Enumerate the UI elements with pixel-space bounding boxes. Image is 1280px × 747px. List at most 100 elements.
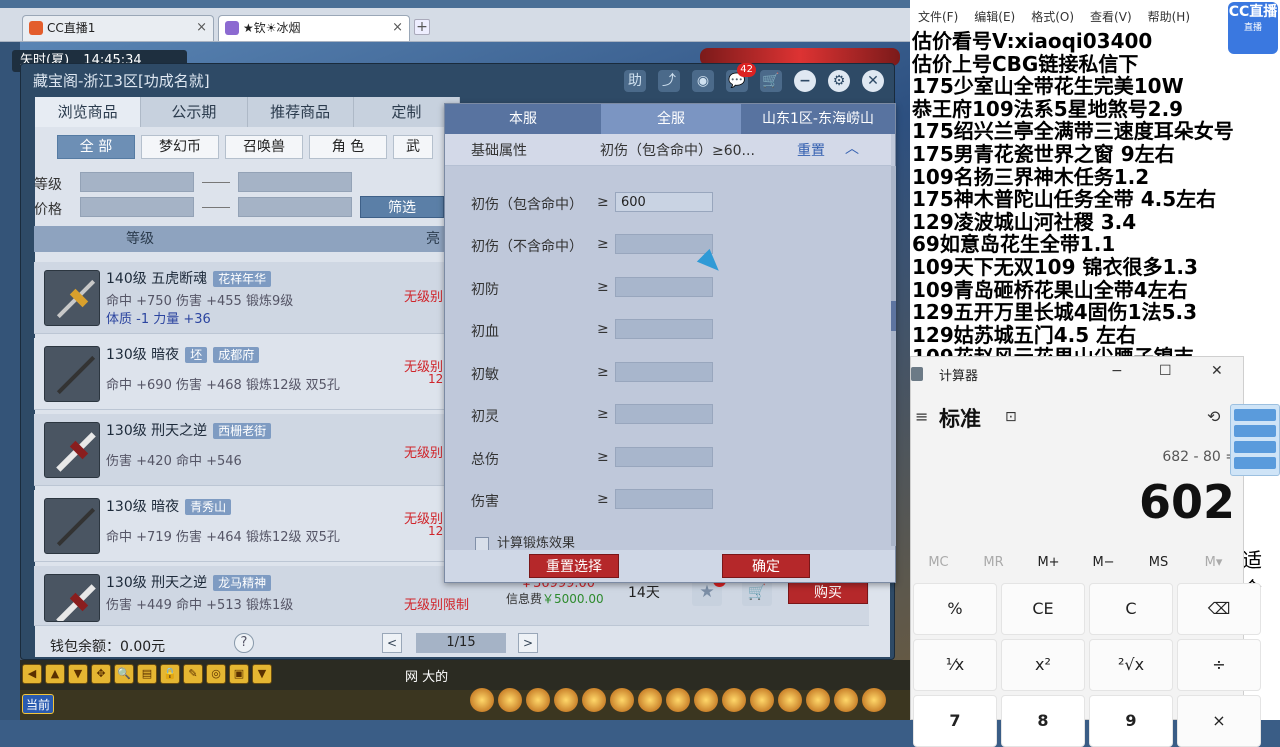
- total-damage-input[interactable]: [615, 447, 713, 467]
- tab-recommended[interactable]: 推荐商品: [247, 97, 354, 127]
- next-page-button[interactable]: >: [518, 633, 538, 653]
- category-weapon[interactable]: 武: [393, 135, 433, 159]
- level-max-input[interactable]: [238, 172, 352, 192]
- item-icon[interactable]: [638, 688, 662, 712]
- item-icon[interactable]: [722, 688, 746, 712]
- memory-list-button[interactable]: M▾: [1186, 555, 1241, 570]
- item-icon[interactable]: [470, 688, 494, 712]
- category-role[interactable]: 角 色: [309, 135, 387, 159]
- close-icon[interactable]: ×: [196, 16, 207, 40]
- help-icon[interactable]: ?: [234, 633, 254, 653]
- price-max-input[interactable]: [238, 197, 352, 217]
- keep-on-top-icon[interactable]: ⊡: [1005, 409, 1017, 425]
- settings-icon[interactable]: ⚙: [828, 70, 850, 92]
- initial-defense-input[interactable]: [615, 277, 713, 297]
- menu-icon[interactable]: ▣: [229, 664, 249, 684]
- calc-forging-checkbox-row[interactable]: 计算锻炼效果: [475, 532, 575, 551]
- level-min-input[interactable]: [80, 172, 194, 192]
- popup-scrollbar[interactable]: [891, 166, 896, 546]
- item-icon[interactable]: [806, 688, 830, 712]
- channel-current-button[interactable]: 当前: [22, 694, 54, 714]
- record-icon[interactable]: ◉: [692, 70, 714, 92]
- tab-this-server[interactable]: 本服: [445, 104, 601, 134]
- history-icon[interactable]: ⟲: [1207, 407, 1220, 426]
- menu-file[interactable]: 文件(F): [918, 8, 958, 25]
- category-pet[interactable]: 召唤兽: [225, 135, 303, 159]
- item-icon[interactable]: [666, 688, 690, 712]
- message-icon[interactable]: 💬 42: [726, 63, 756, 92]
- category-coin[interactable]: 梦幻币: [141, 135, 219, 159]
- browser-tab-game[interactable]: ★钦☀冰烟 ×: [218, 15, 410, 41]
- initial-speed-input[interactable]: [615, 362, 713, 382]
- edit-icon[interactable]: ✎: [183, 664, 203, 684]
- tab-all-servers[interactable]: 全服: [601, 104, 741, 134]
- item-icon[interactable]: [554, 688, 578, 712]
- left-arrow-icon[interactable]: ◀: [22, 664, 42, 684]
- m-minus-button[interactable]: M−: [1076, 555, 1131, 570]
- buy-button[interactable]: 购买: [788, 580, 868, 604]
- move-icon[interactable]: ✥: [91, 664, 111, 684]
- item-icon[interactable]: [582, 688, 606, 712]
- browser-tab-cc[interactable]: CC直播1 ×: [22, 15, 214, 41]
- close-icon[interactable]: ×: [392, 16, 403, 40]
- damage-input[interactable]: [615, 489, 713, 509]
- menu-help[interactable]: 帮助(H): [1148, 8, 1190, 25]
- item-icon[interactable]: [498, 688, 522, 712]
- square-key[interactable]: x²: [1001, 639, 1085, 691]
- dropdown-icon[interactable]: ▼: [252, 664, 272, 684]
- close-button[interactable]: ✕: [1211, 363, 1223, 379]
- calc-forging-checkbox[interactable]: [475, 536, 489, 551]
- tab-publicity[interactable]: 公示期: [141, 97, 248, 127]
- confirm-button[interactable]: 确定: [722, 554, 810, 578]
- item-icon[interactable]: [862, 688, 886, 712]
- item-icon[interactable]: [526, 688, 550, 712]
- menu-edit[interactable]: 编辑(E): [974, 8, 1015, 25]
- filter-button[interactable]: 筛选: [360, 196, 444, 218]
- multiply-key[interactable]: ×: [1177, 695, 1261, 747]
- collapse-icon[interactable]: ︿: [845, 138, 859, 158]
- price-min-input[interactable]: [80, 197, 194, 217]
- menu-view[interactable]: 查看(V): [1090, 8, 1132, 25]
- item-icon[interactable]: [610, 688, 634, 712]
- target-icon[interactable]: ◎: [206, 664, 226, 684]
- share-icon[interactable]: ⤴: [658, 70, 680, 92]
- initial-hp-input[interactable]: [615, 319, 713, 339]
- reset-link[interactable]: 重置: [797, 140, 825, 160]
- new-tab-button[interactable]: +: [414, 19, 430, 35]
- clear-entry-key[interactable]: CE: [1001, 583, 1085, 635]
- notepad-text[interactable]: 估价看号V:xiaoqi03400 估价上号CBG链接私信下 175少室山全带花…: [912, 30, 1234, 369]
- reciprocal-key[interactable]: ¹⁄x: [913, 639, 997, 691]
- hamburger-menu-icon[interactable]: ≡: [915, 407, 928, 426]
- initial-magic-input[interactable]: [615, 404, 713, 424]
- prev-page-button[interactable]: <: [382, 633, 402, 653]
- close-icon[interactable]: ✕: [862, 70, 884, 92]
- tab-server-select[interactable]: 山东1区-东海崂山: [741, 104, 895, 134]
- tab-browse[interactable]: 浏览商品: [35, 97, 142, 127]
- eight-key[interactable]: 8: [1001, 695, 1085, 747]
- mc-button[interactable]: MC: [911, 555, 966, 570]
- up-arrow-icon[interactable]: ▲: [45, 664, 65, 684]
- percent-key[interactable]: %: [913, 583, 997, 635]
- sqrt-key[interactable]: ²√x: [1089, 639, 1173, 691]
- maximize-button[interactable]: ☐: [1159, 363, 1172, 379]
- item-icon[interactable]: [750, 688, 774, 712]
- down-arrow-icon[interactable]: ▼: [68, 664, 88, 684]
- lock-icon[interactable]: 🔒: [160, 664, 180, 684]
- seven-key[interactable]: 7: [913, 695, 997, 747]
- minimize-button[interactable]: −: [1111, 363, 1123, 379]
- item-icon[interactable]: [834, 688, 858, 712]
- ms-button[interactable]: MS: [1131, 555, 1186, 570]
- menu-format[interactable]: 格式(O): [1031, 8, 1074, 25]
- mr-button[interactable]: MR: [966, 555, 1021, 570]
- nine-key[interactable]: 9: [1089, 695, 1173, 747]
- m-plus-button[interactable]: M+: [1021, 555, 1076, 570]
- reset-selection-button[interactable]: 重置选择: [529, 554, 619, 578]
- initial-damage-input[interactable]: [615, 234, 713, 254]
- item-icon[interactable]: [778, 688, 802, 712]
- help-icon[interactable]: 助: [624, 70, 646, 92]
- bag-icon[interactable]: ▤: [137, 664, 157, 684]
- initial-damage-hit-input[interactable]: [615, 192, 713, 212]
- minimize-icon[interactable]: −: [794, 70, 816, 92]
- backspace-key[interactable]: ⌫: [1177, 583, 1261, 635]
- clear-key[interactable]: C: [1089, 583, 1173, 635]
